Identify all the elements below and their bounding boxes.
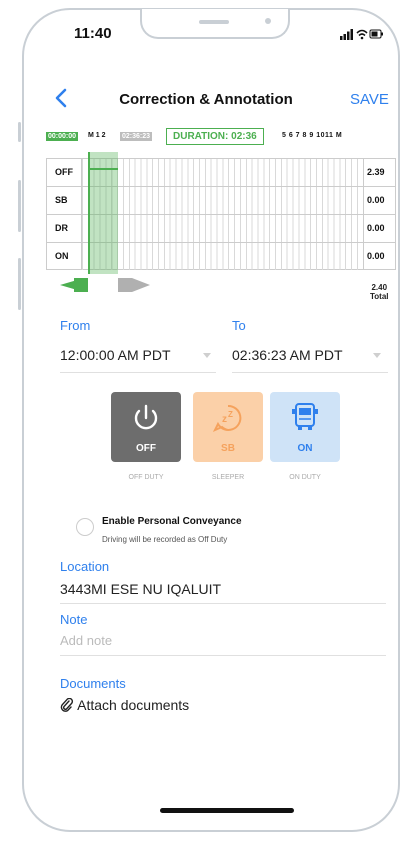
selection-range	[88, 152, 118, 274]
status-caption: OFF DUTY	[128, 474, 164, 481]
phone-volume-up	[18, 180, 21, 232]
row-label: SB	[55, 195, 68, 205]
row-label: OFF	[55, 167, 73, 177]
selection-end-handle[interactable]	[118, 278, 132, 292]
duration-badge: DURATION: 02:36	[166, 128, 264, 145]
selection-start-handle-body[interactable]	[74, 278, 88, 292]
phone-notch	[140, 9, 290, 39]
duty-line	[88, 168, 118, 170]
wifi-icon	[356, 29, 368, 37]
status-code: OFF	[136, 443, 156, 454]
phone-mute-switch	[18, 122, 21, 142]
note-input[interactable]: Add note	[60, 633, 112, 648]
chevron-down-icon[interactable]	[373, 353, 381, 358]
signal-icon	[340, 29, 353, 40]
row-hours: 0.00	[367, 223, 385, 233]
row-track	[81, 243, 364, 270]
truck-icon	[292, 403, 318, 430]
to-underline	[232, 372, 388, 373]
nav-header: Correction & Annotation SAVE	[0, 88, 412, 112]
selection-end-handle-tip[interactable]	[132, 278, 150, 292]
personal-conveyance-title[interactable]: Enable Personal Conveyance	[102, 516, 242, 527]
selection-edge-left	[88, 152, 90, 274]
front-camera	[265, 18, 271, 24]
from-time-select[interactable]: 12:00:00 AM PDT	[60, 347, 171, 363]
note-label: Note	[60, 612, 88, 627]
row-track	[81, 215, 364, 242]
row-track	[81, 159, 364, 186]
personal-conveyance-subtitle: Driving will be recorded as Off Duty	[102, 535, 228, 544]
status-time: 11:40	[74, 25, 112, 42]
documents-label: Documents	[60, 676, 126, 691]
location-label: Location	[60, 559, 110, 574]
to-time-select[interactable]: 02:36:23 AM PDT	[232, 347, 343, 363]
phone-volume-down	[18, 258, 21, 310]
status-caption: ON DUTY	[289, 474, 321, 481]
row-track	[81, 187, 364, 214]
location-underline	[60, 603, 386, 604]
timeline-header: 00:00:00 M 1 2 02:36:23 DURATION: 02:36 …	[46, 128, 396, 149]
timeline-hour-labels-left: M 1 2	[88, 132, 106, 139]
timeline-end-time[interactable]: 02:36:23	[120, 132, 153, 141]
power-icon	[134, 404, 158, 430]
row-hours: 2.39	[367, 167, 385, 177]
timeline-hour-labels-right: 5 6 7 8 9 1011 M	[282, 132, 343, 139]
location-field[interactable]: 3443MI ESE NU IQALUIT	[60, 581, 221, 597]
to-label: To	[232, 318, 246, 333]
total-value: 2.40	[371, 283, 388, 292]
from-underline	[60, 372, 216, 373]
attach-documents-button[interactable]: Attach documents	[60, 697, 189, 713]
attach-documents-label: Attach documents	[77, 697, 190, 713]
personal-conveyance-radio[interactable]	[76, 518, 94, 536]
svg-text:Z: Z	[228, 410, 233, 419]
note-underline	[60, 655, 386, 656]
save-button[interactable]: SAVE	[350, 91, 389, 108]
row-label: DR	[55, 223, 68, 233]
timeline-start-time[interactable]: 00:00:00	[46, 132, 79, 141]
svg-text:z: z	[222, 414, 227, 425]
status-icons	[340, 29, 383, 40]
row-hours: 0.00	[367, 195, 385, 205]
total-hours: 2.40 Total	[370, 283, 389, 301]
from-label: From	[60, 318, 91, 333]
status-on-button[interactable]: ON	[270, 392, 340, 462]
chevron-down-icon[interactable]	[203, 353, 211, 358]
paperclip-icon	[60, 697, 74, 712]
row-hours: 0.00	[367, 251, 385, 261]
speaker-grille	[199, 20, 229, 24]
status-off-button[interactable]: OFF	[111, 392, 181, 462]
row-label: ON	[55, 251, 69, 261]
total-label: Total	[370, 292, 389, 301]
status-sb-button[interactable]: z Z SB	[193, 392, 263, 462]
status-code: SB	[221, 443, 235, 454]
battery-icon	[369, 29, 383, 39]
home-indicator[interactable]	[160, 808, 294, 813]
status-code: ON	[297, 443, 313, 454]
sleep-icon: z Z	[212, 404, 242, 432]
status-caption: SLEEPER	[211, 474, 245, 481]
